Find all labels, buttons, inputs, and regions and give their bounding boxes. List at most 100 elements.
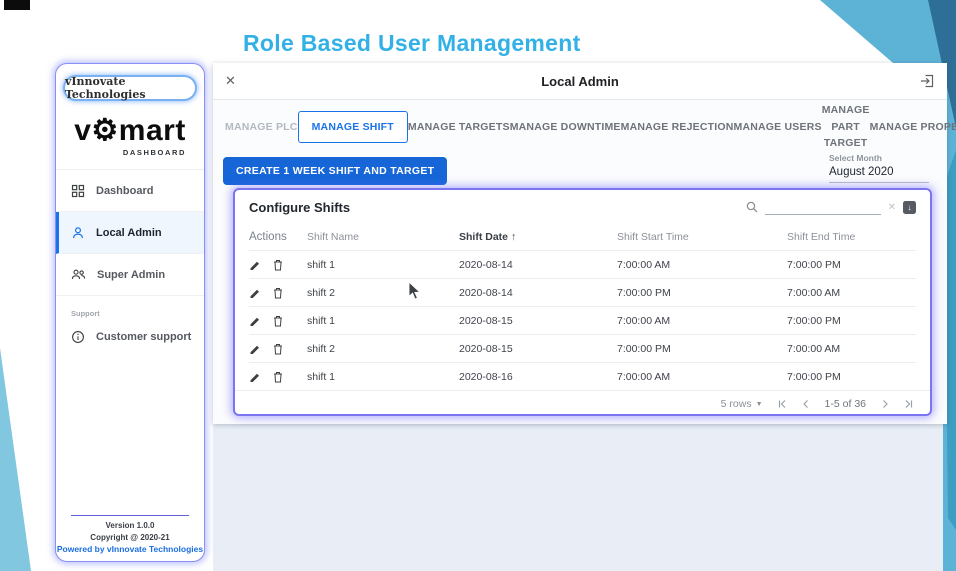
create-week-shift-button[interactable]: CREATE 1 WEEK SHIFT AND TARGET	[223, 157, 448, 185]
grid-icon	[71, 184, 85, 198]
cell-shift-start: 7:00:00 AM	[617, 370, 671, 383]
table-row: shift 1 2020-08-15 7:00:00 AM 7:00:00 PM	[249, 306, 916, 334]
sidebar: vInnovate Technologies v⚙mart DASHBOARD …	[55, 63, 205, 562]
search-icon	[746, 201, 758, 213]
vinnovate-logo: vInnovate Technologies	[63, 75, 197, 101]
cell-shift-date: 2020-08-16	[459, 370, 513, 383]
search-group: ✕ ↓	[746, 199, 916, 215]
edit-icon[interactable]	[249, 343, 260, 354]
slide-corner-mark	[4, 0, 30, 10]
configure-shifts-card: Configure Shifts ✕ ↓ Actions Shift Name	[233, 188, 932, 416]
export-icon[interactable]: ↓	[903, 200, 916, 214]
cell-shift-start: 7:00:00 PM	[617, 342, 671, 355]
window-title: Local Admin	[541, 73, 619, 89]
cell-shift-name: shift 1	[307, 314, 336, 327]
cell-shift-date: 2020-08-15	[459, 314, 513, 327]
rows-per-page-select[interactable]: 5 rows ▼	[721, 398, 763, 410]
edit-icon[interactable]	[249, 259, 260, 270]
sidebar-item-customer-support[interactable]: Customer support	[56, 318, 204, 356]
delete-icon[interactable]	[273, 315, 283, 327]
next-page-icon[interactable]	[880, 399, 890, 409]
cell-shift-date: 2020-08-15	[459, 342, 513, 355]
shifts-table: Actions Shift Name Shift Date ↑ Shift St…	[235, 224, 930, 390]
support-section-label: Support	[71, 309, 100, 318]
last-page-icon[interactable]	[904, 399, 914, 409]
sidebar-item-local-admin[interactable]: Local Admin	[56, 212, 204, 254]
previous-page-icon[interactable]	[801, 399, 811, 409]
sidebar-item-super-admin[interactable]: Super Admin	[56, 254, 204, 296]
search-input[interactable]	[764, 199, 881, 215]
sidebar-item-label: Local Admin	[96, 226, 162, 239]
brand-subtitle: DASHBOARD	[122, 148, 186, 157]
delete-icon[interactable]	[273, 371, 283, 383]
mouse-cursor	[408, 281, 421, 300]
edit-icon[interactable]	[249, 315, 260, 326]
cell-shift-date: 2020-08-14	[459, 258, 513, 271]
table-row: shift 1 2020-08-14 7:00:00 AM 7:00:00 PM	[249, 250, 916, 278]
tab-manage-targets[interactable]: MANAGE TARGETS	[408, 121, 510, 133]
edit-icon[interactable]	[249, 287, 260, 298]
actions-row: CREATE 1 WEEK SHIFT AND TARGET Select Mo…	[213, 151, 947, 191]
card-title: Configure Shifts	[249, 199, 351, 215]
pagination-bar: 5 rows ▼ 1-5 of 36	[235, 390, 930, 417]
vsmart-brand: v⚙mart	[74, 114, 186, 147]
delete-icon[interactable]	[273, 259, 283, 271]
slide-canvas: Role Based User Management ✕ Local Admin…	[0, 0, 956, 571]
tab-manage-downtime[interactable]: MANAGE DOWNTIME	[510, 121, 621, 133]
sidebar-footer: Version 1.0.0 Copyright @ 2020-21 Powere…	[56, 515, 204, 556]
card-header: Configure Shifts ✕ ↓	[235, 190, 930, 224]
col-shift-start[interactable]: Shift Start Time	[617, 231, 787, 243]
sidebar-item-label: Customer support	[96, 331, 192, 343]
month-select[interactable]: Select Month August 2020	[829, 153, 929, 183]
table-row: shift 1 2020-08-16 7:00:00 AM 7:00:00 PM	[249, 362, 916, 390]
page-background-panel	[213, 420, 943, 571]
copyright-text: Copyright @ 2020-21	[90, 532, 170, 542]
first-page-icon[interactable]	[777, 399, 787, 409]
sort-asc-icon: ↑	[510, 231, 517, 243]
month-select-value[interactable]: August 2020	[829, 163, 929, 183]
cell-shift-date: 2020-08-14	[459, 286, 513, 299]
page-range: 1-5 of 36	[824, 398, 866, 410]
gear-icon: ⚙	[91, 114, 119, 147]
sidebar-item-label: Dashboard	[96, 184, 154, 197]
info-icon	[71, 330, 85, 344]
edit-icon[interactable]	[249, 371, 260, 382]
sidebar-item-label: Super Admin	[97, 268, 166, 281]
tab-manage-property[interactable]: MANAGE PROPERTY	[870, 121, 956, 133]
delete-icon[interactable]	[273, 287, 283, 299]
sidebar-item-dashboard[interactable]: Dashboard	[56, 170, 204, 212]
cell-shift-name: shift 1	[307, 370, 336, 383]
tab-manage-plc[interactable]: MANAGE PLC	[225, 121, 298, 133]
cell-shift-end: 7:00:00 PM	[787, 314, 841, 327]
powered-by-text: Powered by vInnovate Technologies	[56, 544, 204, 555]
cell-shift-end: 7:00:00 PM	[787, 258, 841, 271]
window-header: ✕ Local Admin	[213, 63, 947, 100]
col-shift-end[interactable]: Shift End Time	[787, 231, 916, 243]
table-header-row: Actions Shift Name Shift Date ↑ Shift St…	[249, 224, 916, 250]
cell-shift-name: shift 2	[307, 286, 336, 299]
cell-shift-start: 7:00:00 PM	[617, 286, 671, 299]
cell-shift-end: 7:00:00 AM	[787, 286, 841, 299]
tab-bar: MANAGE PLC MANAGE SHIFT MANAGE TARGETS M…	[213, 102, 956, 152]
tab-manage-rejection[interactable]: MANAGE REJECTION	[621, 121, 734, 133]
table-row: shift 2 2020-08-14 7:00:00 PM 7:00:00 AM	[249, 278, 916, 306]
cell-shift-name: shift 1	[307, 258, 336, 271]
cell-shift-name: shift 2	[307, 342, 336, 355]
divider	[71, 515, 189, 517]
person-icon	[71, 226, 85, 240]
version-text: Version 1.0.0	[105, 521, 155, 531]
tab-manage-shift[interactable]: MANAGE SHIFT	[297, 111, 408, 143]
month-select-label: Select Month	[829, 153, 882, 163]
tab-manage-users[interactable]: MANAGE USERS	[734, 121, 822, 133]
chevron-down-icon: ▼	[755, 400, 763, 408]
page-title: Role Based User Management	[243, 30, 581, 56]
tab-manage-part-target[interactable]: MANAGE PART TARGET	[822, 102, 870, 152]
cell-shift-start: 7:00:00 AM	[617, 258, 671, 271]
delete-icon[interactable]	[273, 343, 283, 355]
cell-shift-start: 7:00:00 AM	[617, 314, 671, 327]
table-row: shift 2 2020-08-15 7:00:00 PM 7:00:00 AM	[249, 334, 916, 362]
col-shift-date[interactable]: Shift Date ↑	[459, 231, 617, 243]
clear-search-icon[interactable]: ✕	[888, 202, 896, 213]
cell-shift-end: 7:00:00 AM	[787, 342, 841, 355]
col-shift-name[interactable]: Shift Name	[307, 231, 459, 243]
